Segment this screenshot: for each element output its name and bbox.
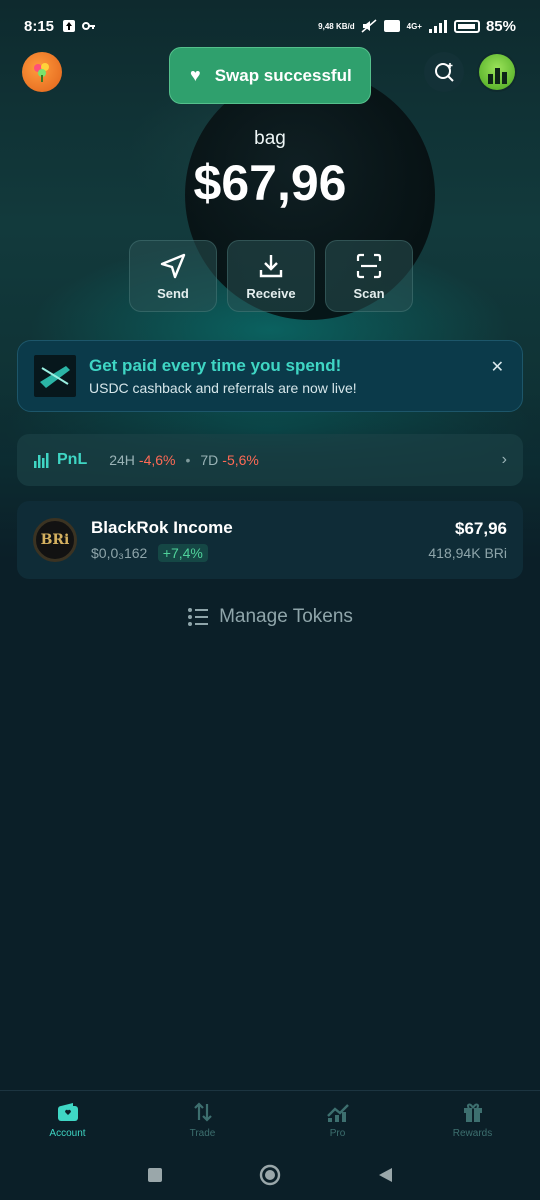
wallet-name[interactable]: bag bbox=[0, 128, 540, 150]
recents-icon[interactable] bbox=[146, 1166, 164, 1184]
pnl-value-7d: -5,6% bbox=[222, 452, 259, 468]
battery-icon bbox=[453, 19, 480, 33]
heart-icon: ♥ bbox=[190, 65, 201, 85]
manage-tokens-label: Manage Tokens bbox=[219, 606, 353, 627]
scan-button[interactable]: Scan bbox=[325, 240, 413, 312]
chart-icon bbox=[326, 1104, 349, 1122]
profile-button[interactable] bbox=[477, 52, 517, 92]
profile-avatar-icon bbox=[479, 54, 515, 90]
promo-subtitle: USDC cashback and referrals are now live… bbox=[89, 380, 357, 396]
bar-chart-icon bbox=[34, 453, 49, 468]
flower-icon bbox=[34, 63, 49, 82]
nav-pro[interactable]: Pro bbox=[270, 1091, 405, 1150]
chevron-right-icon: › bbox=[501, 451, 507, 468]
nav-trade-label: Trade bbox=[189, 1128, 216, 1139]
token-logo-text: BRi bbox=[40, 532, 70, 548]
token-row[interactable]: BRi BlackRok Income $0,0₃162 +7,4% $67,9… bbox=[17, 501, 523, 579]
pnl-period-7d: 7D bbox=[200, 452, 219, 468]
nav-rewards[interactable]: Rewards bbox=[405, 1091, 540, 1150]
send-label: Send bbox=[157, 285, 189, 301]
network-speed: 9,48 KB/d bbox=[318, 21, 355, 31]
signal-icon bbox=[428, 20, 447, 33]
key-icon bbox=[82, 22, 96, 30]
close-icon[interactable]: ✕ bbox=[491, 357, 504, 377]
account-avatar[interactable] bbox=[22, 52, 62, 92]
system-navigation bbox=[0, 1150, 540, 1200]
home-icon[interactable] bbox=[259, 1164, 281, 1186]
battery-percent: 85% bbox=[485, 17, 516, 35]
promo-thumbnail bbox=[34, 355, 76, 397]
scan-icon bbox=[356, 253, 382, 278]
bottom-nav: Account Trade Pro Rewards bbox=[0, 1090, 540, 1150]
nav-rewards-label: Rewards bbox=[452, 1128, 493, 1139]
pnl-row[interactable]: PnL 24H -4,6% • 7D -5,6% › bbox=[17, 434, 523, 486]
card-icon bbox=[40, 366, 70, 388]
pnl-period-24h: 24H bbox=[109, 452, 135, 468]
wallet-balance: $67,96 bbox=[193, 155, 347, 211]
promo-title: Get paid every time you spend! bbox=[89, 356, 342, 375]
pnl-separator: • bbox=[185, 452, 191, 468]
send-icon bbox=[160, 253, 186, 278]
download-icon bbox=[259, 254, 283, 277]
gift-icon bbox=[463, 1103, 482, 1122]
nav-account[interactable]: Account bbox=[0, 1091, 135, 1150]
search-sparkle-icon bbox=[435, 63, 454, 82]
pnl-label: PnL bbox=[57, 451, 88, 468]
token-value: $67,96 bbox=[455, 519, 507, 538]
nav-account-label: Account bbox=[49, 1128, 86, 1139]
token-logo: BRi bbox=[33, 518, 77, 562]
mute-icon bbox=[361, 19, 377, 33]
action-buttons: Send Receive Scan bbox=[129, 240, 413, 312]
swap-arrows-icon bbox=[193, 1102, 212, 1122]
token-name: BlackRok Income bbox=[91, 517, 233, 537]
network-type: 4G+ bbox=[406, 21, 422, 31]
nav-trade[interactable]: Trade bbox=[135, 1091, 270, 1150]
manage-tokens-button[interactable]: Manage Tokens bbox=[0, 606, 540, 628]
send-button[interactable]: Send bbox=[129, 240, 217, 312]
status-bar: 8:15 9,48 KB/d 4G+ 85% bbox=[0, 0, 540, 52]
status-time: 8:15 bbox=[24, 17, 55, 35]
token-change: +7,4% bbox=[157, 543, 208, 562]
nav-pro-label: Pro bbox=[329, 1128, 346, 1139]
token-amount: 418,94K BRi bbox=[428, 545, 507, 561]
promo-banner[interactable]: Get paid every time you spend! USDC cash… bbox=[17, 340, 523, 412]
token-price: $0,0₃162 bbox=[91, 544, 148, 561]
back-icon[interactable] bbox=[376, 1166, 394, 1184]
upload-notification-icon bbox=[63, 20, 76, 32]
toast-text: Swap successful bbox=[214, 65, 352, 85]
scan-label: Scan bbox=[353, 285, 385, 301]
receive-label: Receive bbox=[246, 285, 296, 301]
list-icon bbox=[188, 608, 209, 626]
receive-button[interactable]: Receive bbox=[227, 240, 315, 312]
wallet-icon bbox=[57, 1103, 78, 1121]
swap-success-toast: ♥ Swap successful bbox=[169, 47, 371, 104]
search-button[interactable] bbox=[424, 52, 464, 92]
pnl-value-24h: -4,6% bbox=[138, 452, 176, 468]
volte-icon bbox=[383, 20, 400, 32]
